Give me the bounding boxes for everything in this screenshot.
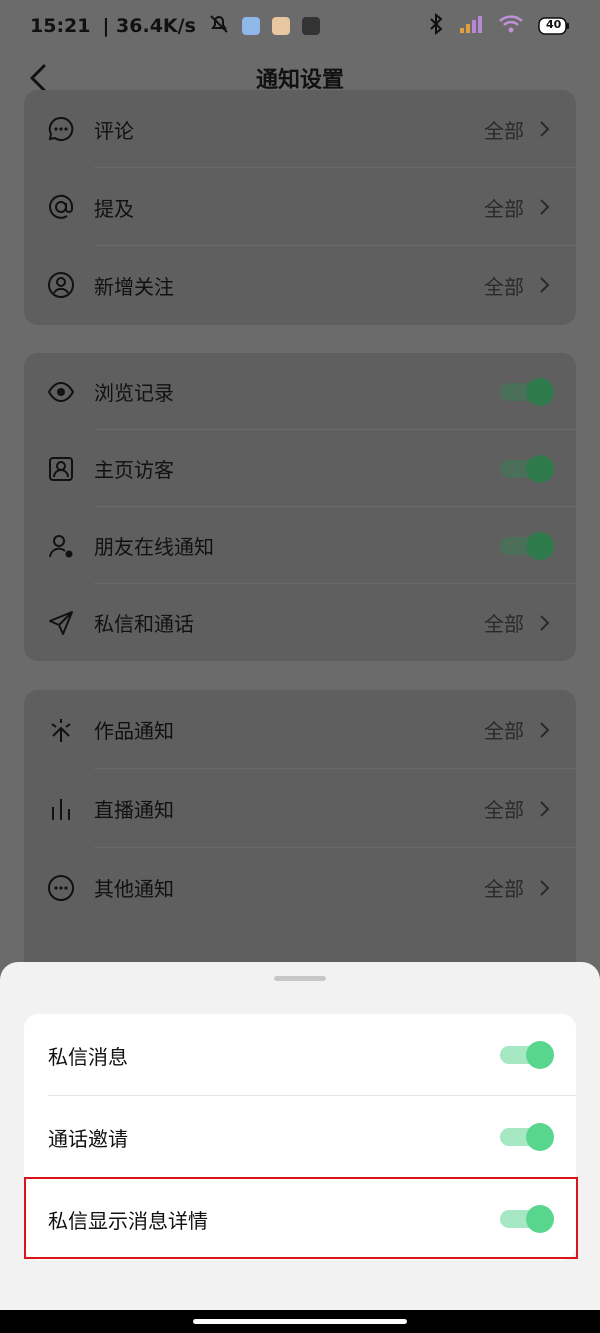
sheet-item-label: 私信消息 (48, 1044, 128, 1069)
status-time: 15:21 (30, 15, 91, 37)
list-item-label: 评论 (94, 118, 134, 143)
send-icon (46, 608, 76, 638)
comment-icon (46, 114, 76, 144)
list-item-profile-visitors: 主页访客 (24, 430, 576, 507)
sheet-options-card: 私信消息 通话邀请 私信显示消息详情 (24, 1014, 576, 1260)
list-item-live[interactable]: 直播通知 全部 (24, 769, 576, 848)
user-online-icon (46, 531, 76, 561)
chevron-right-icon (540, 614, 550, 631)
app-icon-tiktok (301, 17, 320, 35)
toggle-knob (526, 377, 554, 406)
list-item-value: 全部 (484, 612, 524, 636)
list-item-label: 浏览记录 (94, 381, 174, 405)
list-item-label: 提及 (94, 196, 134, 221)
home-indicator[interactable] (193, 1319, 407, 1324)
chevron-right-icon (540, 721, 550, 738)
status-net-speed: | 36.4K/s (102, 15, 196, 37)
list-item-comment[interactable]: 评论 全部 (24, 90, 576, 168)
chevron-right-icon (540, 879, 550, 896)
friends-online-toggle[interactable] (500, 531, 554, 560)
sheet-item-dm-messages: 私信消息 (24, 1014, 576, 1096)
mute-icon (208, 13, 230, 40)
list-item-friends-online: 朋友在线通知 (24, 507, 576, 584)
app-icon-clock (271, 17, 290, 35)
toggle-knob (526, 1123, 554, 1151)
profile-card-icon (46, 454, 76, 484)
profile-visitors-toggle[interactable] (500, 454, 554, 483)
battery-level: 40 (546, 18, 562, 31)
sheet-item-label: 通话邀请 (48, 1126, 128, 1151)
dm-show-details-toggle[interactable] (500, 1205, 554, 1233)
group-interactions: 评论 全部 提及 全部 新增关注 全部 (24, 90, 576, 325)
list-item-mention[interactable]: 提及 全部 (24, 168, 576, 246)
user-circle-icon (46, 270, 76, 300)
list-item-value: 全部 (484, 196, 524, 221)
bottom-sheet: 私信消息 通话邀请 私信显示消息详情 (0, 962, 600, 1310)
app-icon-weather (241, 17, 260, 35)
bar-chart-icon (46, 794, 76, 824)
toggle-knob (526, 1041, 554, 1069)
list-item-dm-calls[interactable]: 私信和通话 全部 (24, 584, 576, 661)
list-item-label: 作品通知 (94, 719, 174, 743)
chevron-right-icon (540, 199, 550, 215)
chevron-right-icon (540, 277, 550, 293)
list-item-label: 私信和通话 (94, 612, 194, 636)
list-item-value: 全部 (484, 274, 524, 299)
list-item-value: 全部 (484, 118, 524, 143)
chevron-right-icon (540, 121, 550, 137)
sheet-item-call-invites: 通话邀请 (24, 1096, 576, 1178)
list-item-value: 全部 (484, 719, 524, 743)
toggle-knob (526, 1205, 554, 1233)
list-item-label: 其他通知 (94, 877, 174, 901)
list-item-label: 直播通知 (94, 798, 174, 822)
toggle-knob (526, 454, 554, 483)
bluetooth-icon (428, 12, 444, 39)
sheet-item-label: 私信显示消息详情 (48, 1208, 208, 1233)
at-icon (46, 192, 76, 222)
battery-icon: 40 (538, 15, 570, 37)
eye-icon (46, 377, 76, 407)
list-item-value: 全部 (484, 877, 524, 901)
list-item-works[interactable]: 作品通知 全部 (24, 690, 576, 769)
status-bar: 15:21 | 36.4K/s 40 (0, 0, 600, 52)
chevron-right-icon (540, 800, 550, 817)
toggle-knob (526, 531, 554, 560)
list-item-value: 全部 (484, 798, 524, 822)
list-item-label: 新增关注 (94, 274, 174, 299)
browse-history-toggle[interactable] (500, 377, 554, 406)
list-item-browse-history: 浏览记录 (24, 353, 576, 430)
system-nav-bar (0, 1310, 600, 1333)
list-item-other[interactable]: 其他通知 全部 (24, 848, 576, 927)
list-item-new-followers[interactable]: 新增关注 全部 (24, 246, 576, 324)
list-item-label: 主页访客 (94, 458, 174, 482)
dm-messages-toggle[interactable] (500, 1041, 554, 1069)
signal-icon (458, 13, 484, 39)
chevron-left-icon (30, 64, 46, 92)
list-item-label: 朋友在线通知 (94, 535, 214, 559)
wifi-icon (498, 13, 524, 39)
sparkle-icon (46, 715, 76, 745)
call-invites-toggle[interactable] (500, 1123, 554, 1151)
sheet-item-dm-show-details: 私信显示消息详情 (24, 1178, 576, 1260)
sheet-drag-handle[interactable] (274, 976, 326, 981)
group-content: 作品通知 全部 直播通知 全部 其他通知 全部 (24, 690, 576, 990)
more-circle-icon (46, 873, 76, 903)
group-privacy: 浏览记录 主页访客 朋友在线通知 私信和通话 全部 (24, 353, 576, 661)
